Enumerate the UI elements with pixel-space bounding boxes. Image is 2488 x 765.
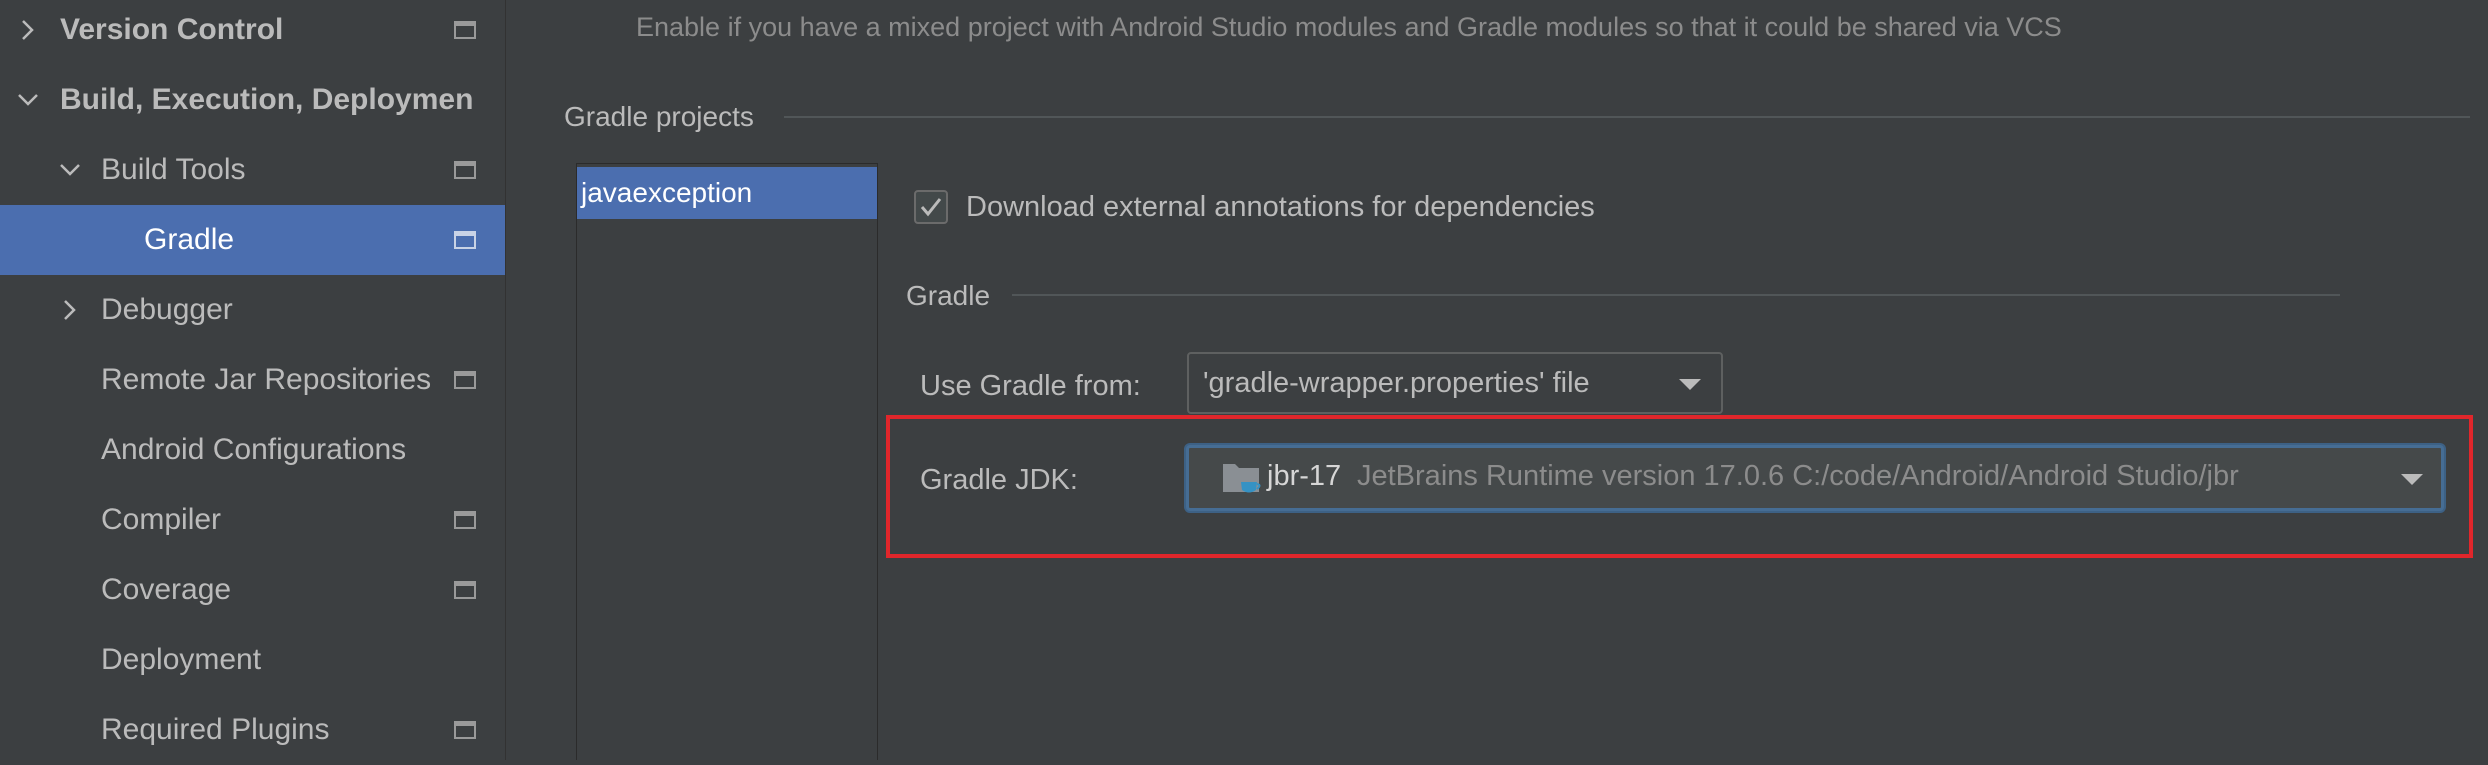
jdk-name: jbr-17 bbox=[1267, 460, 1342, 492]
tree-item-label: Deployment bbox=[101, 643, 262, 676]
tree-item-label: Version Control bbox=[60, 13, 284, 46]
tree-item-build-execution-deployment[interactable]: Build, Execution, Deploymen bbox=[0, 65, 505, 135]
project-scope-icon bbox=[454, 21, 476, 39]
gradle-jdk-label: Gradle JDK: bbox=[920, 464, 1078, 496]
dropdown-arrow-icon[interactable] bbox=[1679, 379, 1701, 390]
tree-item-label: Build Tools bbox=[101, 153, 246, 186]
project-scope-icon bbox=[454, 721, 476, 739]
project-scope-icon bbox=[454, 371, 476, 389]
download-annotations-checkbox[interactable] bbox=[914, 190, 948, 224]
gradle-settings-panel: Enable if you have a mixed project with … bbox=[506, 0, 2488, 760]
tree-item-label: Build, Execution, Deploymen bbox=[60, 83, 474, 116]
section-divider bbox=[784, 116, 2470, 118]
project-scope-icon bbox=[454, 231, 476, 249]
chevron-down-icon[interactable] bbox=[14, 86, 42, 114]
project-name: javaexception bbox=[581, 177, 753, 208]
tree-item-android-configurations[interactable]: Android Configurations bbox=[0, 415, 505, 485]
download-annotations-label[interactable]: Download external annotations for depend… bbox=[966, 191, 1595, 224]
use-gradle-from-dropdown[interactable]: 'gradle-wrapper.properties' file bbox=[1187, 352, 1723, 414]
tree-item-label: Debugger bbox=[101, 293, 233, 326]
project-scope-icon bbox=[454, 511, 476, 529]
tree-item-deployment[interactable]: Deployment bbox=[0, 625, 505, 695]
gradle-jdk-dropdown[interactable]: jbr-17 JetBrains Runtime version 17.0.6 … bbox=[1186, 445, 2444, 511]
tree-item-debugger[interactable]: Debugger bbox=[0, 275, 505, 345]
section-divider bbox=[1012, 294, 2340, 296]
gradle-projects-title: Gradle projects bbox=[564, 101, 754, 132]
tree-item-label: Gradle bbox=[144, 223, 235, 256]
checkmark-icon bbox=[920, 198, 942, 217]
settings-tree: Version Control Build, Execution, Deploy… bbox=[0, 0, 506, 760]
chevron-down-icon[interactable] bbox=[56, 156, 84, 184]
tree-item-version-control[interactable]: Version Control bbox=[0, 0, 505, 65]
tree-item-label: Coverage bbox=[101, 573, 232, 606]
dropdown-arrow-icon[interactable] bbox=[2401, 474, 2423, 485]
gradle-projects-list[interactable]: javaexception bbox=[576, 163, 878, 760]
tree-item-coverage[interactable]: Coverage bbox=[0, 555, 505, 625]
project-scope-icon bbox=[454, 161, 476, 179]
tree-item-label: Compiler bbox=[101, 503, 222, 536]
tree-item-required-plugins[interactable]: Required Plugins bbox=[0, 695, 505, 765]
project-list-item[interactable]: javaexception bbox=[577, 167, 877, 219]
tree-item-label: Android Configurations bbox=[101, 433, 407, 466]
tree-item-gradle[interactable]: Gradle bbox=[0, 205, 505, 275]
gradle-section-title: Gradle bbox=[906, 280, 991, 311]
tree-item-label: Remote Jar Repositories bbox=[101, 363, 432, 396]
jdk-folder-icon bbox=[1223, 464, 1261, 493]
tree-item-compiler[interactable]: Compiler bbox=[0, 485, 505, 555]
tree-item-remote-jar-repositories[interactable]: Remote Jar Repositories bbox=[0, 345, 505, 415]
tree-item-build-tools[interactable]: Build Tools bbox=[0, 135, 505, 205]
vcs-sharing-hint: Enable if you have a mixed project with … bbox=[636, 12, 2062, 42]
chevron-right-icon[interactable] bbox=[14, 16, 42, 44]
use-gradle-from-label: Use Gradle from: bbox=[920, 370, 1141, 402]
project-scope-icon bbox=[454, 581, 476, 599]
dropdown-value: 'gradle-wrapper.properties' file bbox=[1203, 366, 1590, 399]
tree-item-label: Required Plugins bbox=[101, 713, 330, 746]
chevron-right-icon[interactable] bbox=[56, 296, 84, 324]
jdk-description: JetBrains Runtime version 17.0.6 C:/code… bbox=[1357, 460, 2239, 492]
